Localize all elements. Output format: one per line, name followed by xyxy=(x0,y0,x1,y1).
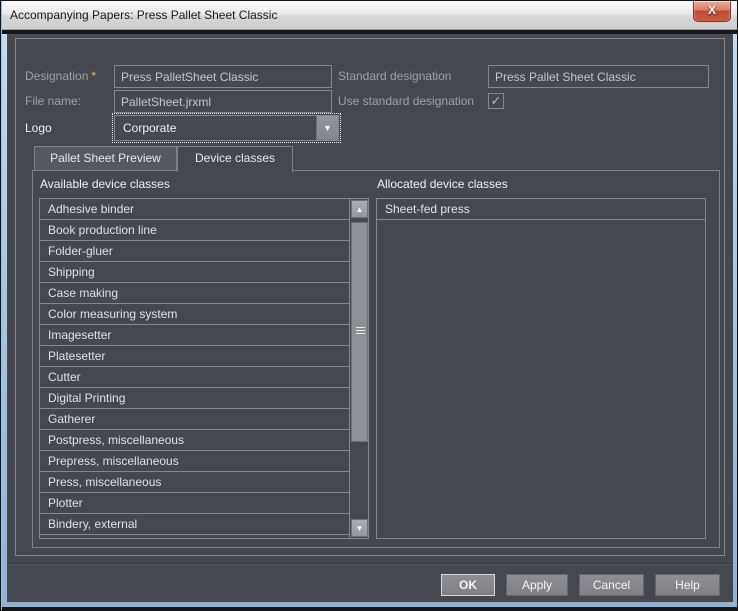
list-item[interactable]: Imagesetter xyxy=(40,325,349,346)
list-item[interactable]: Cutter xyxy=(40,367,349,388)
standard-designation-input[interactable] xyxy=(488,65,709,88)
list-item[interactable]: Adhesive binder xyxy=(40,199,349,220)
checkmark-icon: ✓ xyxy=(491,93,502,108)
file-name-label: File name: xyxy=(25,90,81,113)
available-items: Adhesive binderBook production lineFolde… xyxy=(40,199,349,535)
tab-pallet-sheet-preview[interactable]: Pallet Sheet Preview xyxy=(34,146,177,170)
window-title: Accompanying Papers: Press Pallet Sheet … xyxy=(10,1,277,30)
list-item[interactable]: Shipping xyxy=(40,262,349,283)
list-item[interactable]: Sheet-fed press xyxy=(377,199,705,220)
scroll-up-icon[interactable]: ▲ xyxy=(351,200,368,218)
allocated-device-classes-header: Allocated device classes xyxy=(377,176,508,192)
use-standard-designation-label: Use standard designation xyxy=(338,90,474,113)
use-standard-designation-checkbox[interactable]: ✓ xyxy=(488,93,504,109)
vertical-scrollbar[interactable]: ▲ ▼ xyxy=(349,199,368,538)
standard-designation-label: Standard designation xyxy=(338,65,451,88)
footer-divider xyxy=(7,563,733,565)
device-classes-panel: Available device classes Allocated devic… xyxy=(32,170,720,548)
apply-button[interactable]: Apply xyxy=(506,574,568,596)
dialog-window: Accompanying Papers: Press Pallet Sheet … xyxy=(0,0,738,611)
list-item[interactable]: Prepress, miscellaneous xyxy=(40,451,349,472)
list-item[interactable]: Bindery, external xyxy=(40,514,349,535)
file-name-input[interactable] xyxy=(114,90,332,113)
list-item[interactable]: Platesetter xyxy=(40,346,349,367)
designation-input[interactable] xyxy=(114,65,332,88)
allocated-device-classes-list: Sheet-fed press xyxy=(376,198,706,539)
list-item[interactable]: Book production line xyxy=(40,220,349,241)
logo-select[interactable]: Corporate ▼ xyxy=(114,115,339,141)
list-item[interactable]: Press, miscellaneous xyxy=(40,472,349,493)
window-border-bottom xyxy=(2,607,738,611)
help-button[interactable]: Help xyxy=(655,574,720,596)
list-item[interactable]: Gatherer xyxy=(40,409,349,430)
chevron-down-icon[interactable]: ▼ xyxy=(316,116,338,140)
list-item[interactable]: Color measuring system xyxy=(40,304,349,325)
dialog-body: Designation* Standard designation File n… xyxy=(7,34,733,602)
scrollbar-thumb[interactable] xyxy=(351,222,368,442)
scrollbar-grip xyxy=(356,327,365,336)
logo-label: Logo xyxy=(25,115,52,141)
required-asterisk: * xyxy=(88,69,96,83)
list-item[interactable]: Case making xyxy=(40,283,349,304)
list-item[interactable]: Folder-gluer xyxy=(40,241,349,262)
available-device-classes-header: Available device classes xyxy=(40,176,170,192)
tab-device-classes[interactable]: Device classes xyxy=(177,146,293,172)
cancel-button[interactable]: Cancel xyxy=(579,574,644,596)
titlebar[interactable]: Accompanying Papers: Press Pallet Sheet … xyxy=(2,1,738,30)
logo-selected-value: Corporate xyxy=(123,116,176,140)
scroll-down-icon[interactable]: ▼ xyxy=(351,519,368,537)
allocated-items: Sheet-fed press xyxy=(377,199,705,220)
ok-button[interactable]: OK xyxy=(441,574,495,596)
close-icon[interactable]: X xyxy=(693,1,731,22)
list-item[interactable]: Plotter xyxy=(40,493,349,514)
list-item[interactable]: Postpress, miscellaneous xyxy=(40,430,349,451)
available-device-classes-list: Adhesive binderBook production lineFolde… xyxy=(39,198,369,539)
list-item[interactable]: Digital Printing xyxy=(40,388,349,409)
designation-label: Designation* xyxy=(25,65,96,88)
